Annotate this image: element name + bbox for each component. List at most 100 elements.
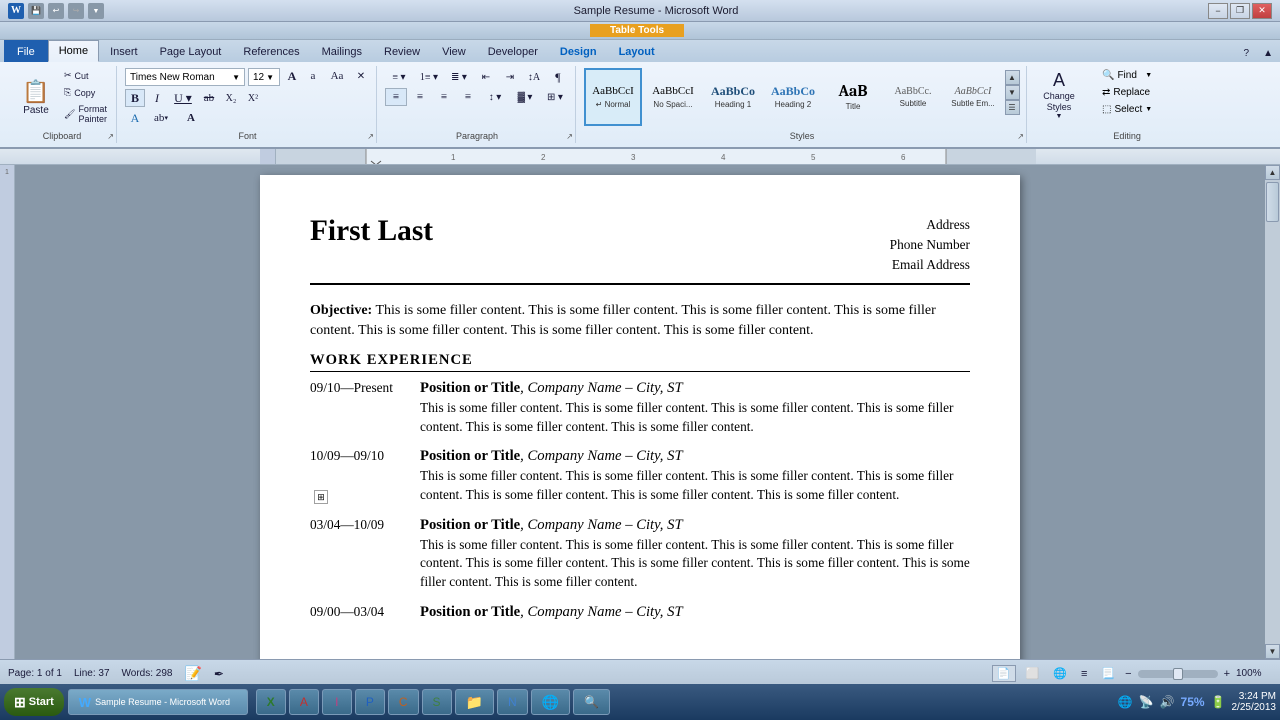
styles-scroll-up[interactable]: ▲ [1005, 70, 1020, 85]
superscript-button[interactable]: X² [243, 89, 263, 107]
taskbar-app-snag[interactable]: S [422, 689, 452, 715]
bold-button[interactable]: B [125, 89, 145, 107]
font-size-input[interactable]: 12 ▼ [248, 68, 280, 86]
tab-references[interactable]: References [232, 40, 310, 62]
taskbar-app-word[interactable]: W Sample Resume - Microsoft Word [68, 689, 248, 715]
tab-layout[interactable]: Layout [608, 40, 666, 62]
taskbar-app-indesign[interactable]: I [322, 689, 352, 715]
decrease-indent-button[interactable]: ⇤ [475, 68, 497, 86]
minimize-ribbon-button[interactable]: ▲ [1256, 45, 1280, 62]
paste-button[interactable]: 📋 Paste [14, 68, 58, 126]
shrink-font-button[interactable]: a [304, 68, 322, 84]
taskbar-app-network[interactable]: N [497, 689, 528, 715]
zoom-slider-thumb[interactable] [1173, 668, 1183, 680]
styles-scroll[interactable]: ▲ ▼ ☰ [1004, 68, 1020, 117]
undo-quick[interactable]: ↩ [48, 3, 64, 19]
align-right-button[interactable]: ≡ [433, 88, 455, 106]
highlight-dropdown-icon[interactable]: ▾ [164, 114, 168, 122]
line-spacing-button[interactable]: ↕ ▾ [481, 88, 509, 106]
align-center-button[interactable]: ≡ [409, 88, 431, 106]
save-quick[interactable]: 💾 [28, 3, 44, 19]
select-button[interactable]: ⬚ Select ▼ [1097, 102, 1157, 117]
taskbar-app-chrome[interactable]: 🌐 [531, 689, 570, 715]
clipboard-expand-icon[interactable]: ↗ [107, 132, 114, 141]
justify-button[interactable]: ≡ [457, 88, 479, 106]
zoom-level[interactable]: 100% [1236, 668, 1272, 679]
zoom-slider[interactable] [1138, 670, 1218, 678]
font-expand-icon[interactable]: ↗ [367, 132, 374, 141]
help-button[interactable]: ? [1237, 45, 1257, 62]
clear-formatting-button[interactable]: ✕ [352, 68, 370, 84]
taskbar-app-excel[interactable]: X [256, 689, 286, 715]
font-name-input[interactable]: Times New Roman ▼ [125, 68, 245, 86]
system-clock[interactable]: 3:24 PM 2/25/2013 [1232, 691, 1277, 713]
grow-font-button[interactable]: A [283, 68, 301, 84]
track-changes-icon[interactable]: ✒ [214, 667, 224, 681]
style-subtitle[interactable]: AaBbCc. Subtitle [884, 68, 942, 126]
borders-button[interactable]: ⊞ ▾ [541, 88, 569, 106]
zoom-in-button[interactable]: + [1224, 668, 1230, 680]
strikethrough-button[interactable]: ab [199, 89, 219, 107]
font-name-dropdown-icon[interactable]: ▼ [232, 73, 240, 82]
minimize-button[interactable]: − [1208, 3, 1228, 19]
tab-developer[interactable]: Developer [477, 40, 549, 62]
copy-button[interactable]: ⎘ Copy [60, 85, 110, 100]
style-title[interactable]: AaB Title [824, 68, 882, 126]
tab-file[interactable]: File [4, 40, 48, 62]
scroll-up-button[interactable]: ▲ [1265, 165, 1280, 180]
restore-button[interactable]: ❐ [1230, 3, 1250, 19]
change-styles-button[interactable]: A ChangeStyles ▼ [1029, 66, 1089, 124]
styles-expand-icon[interactable]: ↗ [1017, 132, 1024, 141]
view-full-screen[interactable]: ⬜ [1022, 666, 1044, 681]
styles-scroll-down[interactable]: ▼ [1005, 85, 1020, 100]
vertical-scrollbar[interactable]: ▲ ▼ [1265, 165, 1280, 659]
italic-button[interactable]: I [147, 89, 167, 107]
tab-page-layout[interactable]: Page Layout [149, 40, 233, 62]
align-left-button[interactable]: ≡ [385, 88, 407, 106]
document-scroll-area[interactable]: ⊞ First Last Address Phone Number Email … [15, 165, 1265, 659]
shading-button[interactable]: ▓ ▾ [511, 88, 539, 106]
start-button[interactable]: ⊞ Start [4, 688, 64, 716]
style-normal[interactable]: AaBbCcI ↵ Normal [584, 68, 642, 126]
paragraph-expand-icon[interactable]: ↗ [566, 132, 573, 141]
redo-quick[interactable]: ↪ [68, 3, 84, 19]
font-color-button[interactable]: A [177, 109, 205, 127]
numbered-list-button[interactable]: 1≡ ▾ [415, 68, 443, 86]
taskbar-app-capture[interactable]: C [388, 689, 419, 715]
view-outline[interactable]: ≡ [1077, 667, 1091, 681]
table-move-handle[interactable]: ⊞ [314, 490, 328, 504]
subscript-button[interactable]: X₂ [221, 89, 241, 107]
taskbar-app-access[interactable]: A [289, 689, 319, 715]
select-dropdown-icon[interactable]: ▼ [1145, 106, 1152, 113]
change-case-button[interactable]: Aa [325, 68, 349, 84]
tab-home[interactable]: Home [48, 40, 99, 62]
tab-review[interactable]: Review [373, 40, 431, 62]
bullet-list-button[interactable]: ≡ ▾ [385, 68, 413, 86]
find-button[interactable]: 🔍 Find ▼ [1097, 68, 1157, 83]
tab-design[interactable]: Design [549, 40, 608, 62]
show-hide-button[interactable]: ¶ [547, 68, 569, 86]
replace-button[interactable]: ⇄ Replace [1097, 85, 1157, 100]
taskbar-app-search[interactable]: 🔍 [573, 689, 610, 715]
format-painter-button[interactable]: 🖌 Format Painter [60, 102, 110, 126]
scroll-down-button[interactable]: ▼ [1265, 644, 1280, 659]
taskbar-app-folder[interactable]: 📁 [455, 689, 494, 715]
multilevel-list-button[interactable]: ≣ ▾ [445, 68, 473, 86]
style-subtle-em[interactable]: AaBbCcI Subtle Em... [944, 68, 1002, 126]
underline-button[interactable]: U ▾ [169, 89, 197, 107]
ruler-content[interactable]: 1 2 3 4 5 6 [275, 149, 1035, 164]
text-effects-button[interactable]: A [125, 109, 145, 127]
taskbar-app-publisher[interactable]: P [355, 689, 385, 715]
tab-mailings[interactable]: Mailings [311, 40, 373, 62]
customize-quick[interactable]: ▼ [88, 3, 104, 19]
style-heading2[interactable]: AaBbCo Heading 2 [764, 68, 822, 126]
cut-button[interactable]: ✂ Cut [60, 68, 110, 83]
style-heading1[interactable]: AaBbCo Heading 1 [704, 68, 762, 126]
tab-insert[interactable]: Insert [99, 40, 149, 62]
view-web[interactable]: 🌐 [1049, 666, 1071, 681]
sort-button[interactable]: ↕A [523, 68, 545, 86]
tab-view[interactable]: View [431, 40, 477, 62]
font-size-dropdown-icon[interactable]: ▼ [266, 73, 274, 82]
view-draft[interactable]: 📃 [1097, 666, 1119, 681]
increase-indent-button[interactable]: ⇥ [499, 68, 521, 86]
